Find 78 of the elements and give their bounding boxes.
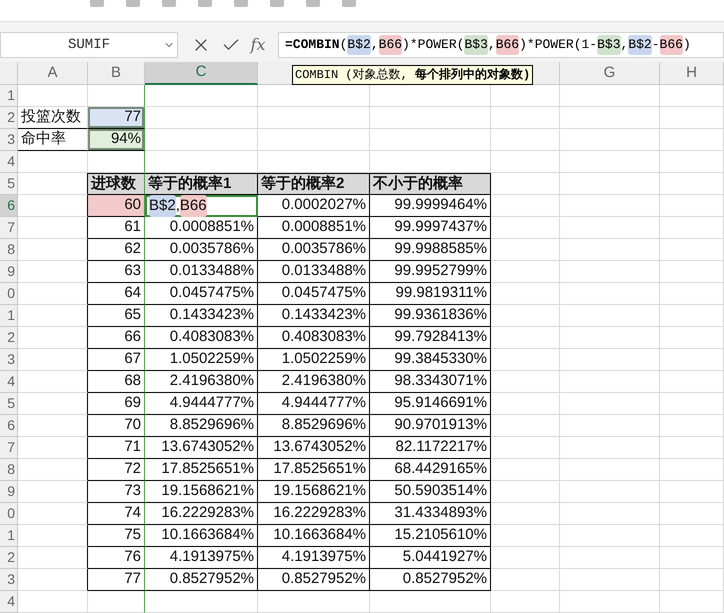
table-cell: 0.0133488%	[145, 261, 258, 283]
table-cell: 71	[88, 437, 145, 459]
table-cell: 0.0133488%	[258, 261, 370, 283]
table-cell: 68.4429165%	[370, 459, 491, 481]
column-heading: 不小于的概率	[370, 173, 491, 195]
table-cell: 10.1663684%	[145, 525, 258, 547]
table-cell: 8.8529696%	[258, 415, 370, 437]
table-cell: 95.9146691%	[370, 393, 491, 415]
table-cell: 69	[88, 393, 145, 415]
table-cell: 16.2229283%	[145, 503, 258, 525]
table-cell: 15.2105610%	[370, 525, 491, 547]
table-cell: 0.8527952%	[145, 569, 258, 591]
table-cell: 65	[88, 305, 145, 327]
table-cell: 99.9999464%	[370, 195, 491, 217]
table-cell: 0.4083083%	[145, 327, 258, 349]
table-cell: 13.6743052%	[258, 437, 370, 459]
table-cell: 76	[88, 547, 145, 569]
table-cell: 0.4083083%	[258, 327, 370, 349]
table-cell: 17.8525651%	[258, 459, 370, 481]
table-cell: 0.0457475%	[145, 283, 258, 305]
table-cell: 74	[88, 503, 145, 525]
table-cell: 63	[88, 261, 145, 283]
table-cell: 99.9361836%	[370, 305, 491, 327]
table-cell: 0.0035786%	[258, 239, 370, 261]
table-cell: 8.8529696%	[145, 415, 258, 437]
table-cell: 1.0502259%	[258, 349, 370, 371]
table-cell: 99.9988585%	[370, 239, 491, 261]
table-cell: 19.1568621%	[258, 481, 370, 503]
table-cell: 4.9444777%	[145, 393, 258, 415]
table-cell: 99.9997437%	[370, 217, 491, 239]
function-tooltip: COMBIN (对象总数, 每个排列中的对象数)	[292, 65, 534, 85]
table-cell: 0.0457475%	[258, 283, 370, 305]
table-cell: 0.8527952%	[258, 569, 370, 591]
table-cell: 62	[88, 239, 145, 261]
column-heading: 进球数	[88, 173, 145, 195]
table-cell: 64	[88, 283, 145, 305]
table-cell: 2.4196380%	[145, 371, 258, 393]
table-cell: 4.1913975%	[258, 547, 370, 569]
table-cell: 0.0008851%	[258, 217, 370, 239]
table-cell: 99.7928413%	[370, 327, 491, 349]
table-cell: 0.0002027%	[258, 195, 370, 217]
table-cell: 16.2229283%	[258, 503, 370, 525]
table-cell: 5.0441927%	[370, 547, 491, 569]
table-cell: 61	[88, 217, 145, 239]
table-cell: 90.9701913%	[370, 415, 491, 437]
table-cell: 10.1663684%	[258, 525, 370, 547]
table-cell: 13.6743052%	[145, 437, 258, 459]
table-cell: 73	[88, 481, 145, 503]
table-cell: 75	[88, 525, 145, 547]
table-cell: 0.8527952%	[370, 569, 491, 591]
table-cell: 19.1568621%	[145, 481, 258, 503]
table-cell: 0.1433423%	[145, 305, 258, 327]
table-cell: 17.8525651%	[145, 459, 258, 481]
table-cell: 60	[88, 195, 145, 217]
table-cell: 0.0035786%	[145, 239, 258, 261]
column-heading: 等于的概率1	[145, 173, 258, 195]
table-cell: 77	[88, 107, 145, 129]
table-cell: 70	[88, 415, 145, 437]
table-cell: 66	[88, 327, 145, 349]
table-cell: 94%	[88, 129, 145, 151]
table-cell: 31.4334893%	[370, 503, 491, 525]
table-cell: 50.5903514%	[370, 481, 491, 503]
table-cell: 4.1913975%	[145, 547, 258, 569]
column-heading: 等于的概率2	[258, 173, 370, 195]
table-cell: 72	[88, 459, 145, 481]
table-cell: 98.3343071%	[370, 371, 491, 393]
table-cell: 77	[88, 569, 145, 591]
table-cell: 2.4196380%	[258, 371, 370, 393]
table-cell: 4.9444777%	[258, 393, 370, 415]
table-cell: 68	[88, 371, 145, 393]
table-cell: 0.1433423%	[258, 305, 370, 327]
table-cell: 67	[88, 349, 145, 371]
table-cell: 99.9819311%	[370, 283, 491, 305]
table-cell: 99.9952799%	[370, 261, 491, 283]
table-cell: 82.1172217%	[370, 437, 491, 459]
table-cell: 99.3845330%	[370, 349, 491, 371]
table-cell: 0.0008851%	[145, 217, 258, 239]
table-cell: 1.0502259%	[145, 349, 258, 371]
